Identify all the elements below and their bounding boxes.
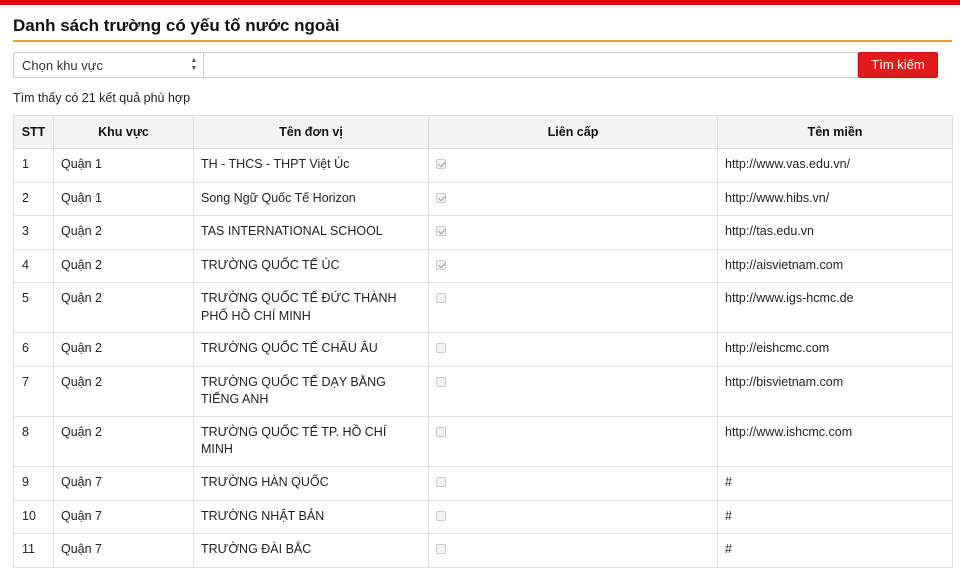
cell-domain[interactable]: http://www.ishcmc.com — [717, 415, 953, 467]
region-select[interactable]: Chọn khu vực ▲ ▼ — [13, 52, 204, 78]
region-select-label: Chọn khu vực — [22, 58, 103, 73]
cell-stt: 7 — [13, 365, 54, 417]
cell-stt: 8 — [13, 415, 54, 467]
cell-region: Quận 2 — [53, 415, 194, 467]
cell-name: TH - THCS - THPT Việt Úc — [193, 148, 429, 183]
cell-lien-cap — [428, 415, 718, 467]
cell-region: Quận 2 — [53, 215, 194, 250]
cell-name: TRƯỜNG NHẬT BẢN — [193, 499, 429, 535]
lien-cap-checkbox — [436, 259, 446, 270]
cell-region: Quận 7 — [53, 499, 194, 535]
result-count: Tìm thấy có 21 kết quả phù hợp — [13, 91, 191, 105]
cell-lien-cap — [428, 365, 718, 417]
cell-stt: 10 — [13, 499, 54, 535]
cell-domain[interactable]: # — [717, 533, 953, 568]
lien-cap-checkbox — [436, 159, 446, 169]
cell-name: TRƯỜNG QUỐC TẾ ÚC — [193, 248, 429, 284]
cell-lien-cap — [428, 499, 718, 535]
cell-domain[interactable]: http://tas.edu.vn — [717, 215, 953, 250]
header-lien-cap: Liên cấp — [428, 115, 718, 149]
lien-cap-checkbox — [436, 476, 446, 487]
cell-name: TRƯỜNG QUỐC TẾ ĐỨC THÀNH PHỐ HỒ CHÍ MINH — [193, 282, 429, 334]
cell-lien-cap — [428, 148, 718, 183]
cell-lien-cap — [428, 181, 718, 217]
table-row: 10 Quận 7 TRƯỜNG NHẬT BẢN # — [13, 499, 953, 535]
header-region: Khu vực — [53, 115, 194, 149]
table-row: 6 Quận 2 TRƯỜNG QUỐC TẾ CHÂU ÂU http://eish… — [13, 332, 953, 367]
lien-cap-checkbox — [436, 192, 446, 203]
cell-region: Quận 7 — [53, 465, 194, 501]
cell-name: Song Ngữ Quốc Tế Horizon — [193, 181, 429, 217]
cell-name: TRƯỜNG ĐÀI BẮC — [193, 533, 429, 568]
cell-region: Quận 2 — [53, 282, 194, 334]
page-title: Danh sách trường có yếu tố nước ngoài — [13, 16, 340, 35]
cell-stt: 1 — [13, 148, 54, 183]
cell-lien-cap — [428, 465, 718, 501]
table-row: 4 Quận 2 TRƯỜNG QUỐC TẾ ÚC http://aisvietna… — [13, 248, 953, 284]
table-row: 11 Quận 7 TRƯỜNG ĐÀI BẮC # — [13, 533, 953, 568]
lien-cap-checkbox — [436, 226, 446, 237]
table-row: 9 Quận 7 TRƯỜNG HÀN QUỐC # — [13, 465, 953, 501]
cell-lien-cap — [428, 248, 718, 284]
lien-cap-checkbox — [436, 426, 446, 437]
school-table: STT Khu vực Tên đơn vị Liên cấp Tên miền… — [13, 115, 953, 568]
top-accent-bar — [0, 0, 960, 5]
cell-stt: 6 — [13, 332, 54, 367]
cell-domain[interactable]: http://www.igs-hcmc.de — [717, 282, 953, 334]
cell-name: TRƯỜNG QUỐC TẾ TP. HỒ CHÍ MINH — [193, 415, 429, 467]
header-stt: STT — [13, 115, 54, 149]
cell-name: TAS INTERNATIONAL SCHOOL — [193, 215, 429, 250]
cell-name: TRƯỜNG HÀN QUỐC — [193, 465, 429, 501]
cell-domain[interactable]: http://www.hibs.vn/ — [717, 181, 953, 217]
table-row: 8 Quận 2 TRƯỜNG QUỐC TẾ TP. HỒ CHÍ MINH htt… — [13, 415, 953, 467]
lien-cap-checkbox — [436, 376, 446, 387]
lien-cap-checkbox — [436, 544, 446, 555]
cell-name: TRƯỜNG QUỐC TẾ DẠY BẰNG TIẾNG ANH — [193, 365, 429, 417]
cell-stt: 5 — [13, 282, 54, 334]
lien-cap-checkbox — [436, 293, 446, 304]
cell-lien-cap — [428, 533, 718, 568]
cell-domain[interactable]: http://www.vas.edu.vn/ — [717, 148, 953, 183]
cell-domain[interactable]: http://eishcmc.com — [717, 332, 953, 367]
cell-stt: 11 — [13, 533, 54, 568]
cell-region: Quận 2 — [53, 332, 194, 367]
cell-region: Quận 7 — [53, 533, 194, 568]
cell-stt: 3 — [13, 215, 54, 250]
cell-lien-cap — [428, 215, 718, 250]
select-arrows-icon: ▲ ▼ — [190, 57, 198, 72]
table-row: 7 Quận 2 TRƯỜNG QUỐC TẾ DẠY BẰNG TIẾNG ANH… — [13, 365, 953, 417]
cell-region: Quận 1 — [53, 181, 194, 217]
header-domain: Tên miền — [717, 115, 953, 149]
table-row: 3 Quận 2 TAS INTERNATIONAL SCHOOL http://ta… — [13, 215, 953, 250]
table-row: 2 Quận 1 Song Ngữ Quốc Tế Horizon http://ww… — [13, 181, 953, 217]
cell-domain[interactable]: http://aisvietnam.com — [717, 248, 953, 284]
search-input[interactable] — [204, 52, 858, 78]
cell-stt: 4 — [13, 248, 54, 284]
cell-region: Quận 2 — [53, 248, 194, 284]
lien-cap-checkbox — [436, 510, 446, 521]
lien-cap-checkbox — [436, 343, 446, 354]
cell-lien-cap — [428, 332, 718, 367]
table-row: 5 Quận 2 TRƯỜNG QUỐC TẾ ĐỨC THÀNH PHỐ HỒ C… — [13, 282, 953, 334]
cell-region: Quận 1 — [53, 148, 194, 183]
header-name: Tên đơn vị — [193, 115, 429, 149]
cell-stt: 2 — [13, 181, 54, 217]
cell-lien-cap — [428, 282, 718, 334]
cell-domain[interactable]: # — [717, 499, 953, 535]
search-button[interactable]: Tìm kiếm — [858, 52, 938, 78]
cell-stt: 9 — [13, 465, 54, 501]
cell-region: Quận 2 — [53, 365, 194, 417]
title-underline — [13, 40, 952, 42]
cell-name: TRƯỜNG QUỐC TẾ CHÂU ÂU — [193, 332, 429, 367]
cell-domain[interactable]: # — [717, 465, 953, 501]
table-row: 1 Quận 1 TH - THCS - THPT Việt Úc http://ww… — [13, 148, 953, 183]
table-header-row: STT Khu vực Tên đơn vị Liên cấp Tên miền — [13, 115, 953, 149]
cell-domain[interactable]: http://bisvietnam.com — [717, 365, 953, 417]
